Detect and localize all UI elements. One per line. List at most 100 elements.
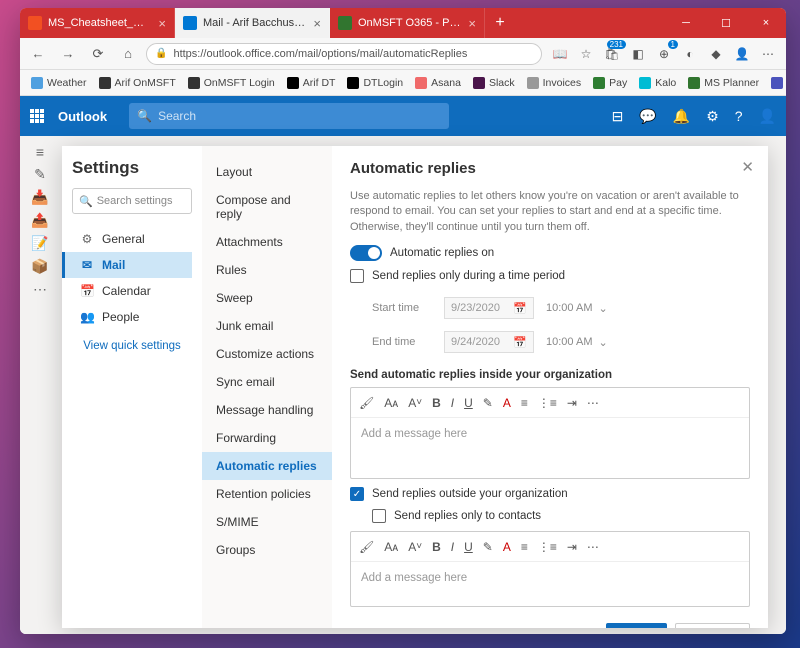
subnav-sync[interactable]: Sync email [202,368,332,396]
italic-icon[interactable]: I [451,540,454,554]
notif-icon[interactable]: 🔔 [673,108,690,125]
profile-icon[interactable]: 👤 [730,42,754,66]
reading-icon[interactable]: 📖 [548,42,572,66]
bold-icon[interactable]: B [432,540,441,554]
inside-textarea[interactable]: Add a message here [351,418,749,478]
close-button[interactable]: ✕ [741,158,754,176]
minimize-button[interactable]: ─ [666,8,706,38]
font-icon[interactable]: Aᴀ [384,540,398,554]
save-button[interactable]: Save [606,623,667,628]
font-icon[interactable]: Aᴀ [384,396,398,410]
tab-3[interactable]: OnMSFT O365 - Planner× [330,8,485,38]
close-icon[interactable]: × [468,16,476,31]
contacts-only-checkbox[interactable] [372,509,386,523]
discard-button[interactable]: Discard [675,623,750,628]
bookmark[interactable]: Asana [410,77,466,89]
numlist-icon[interactable]: ⋮≡ [538,540,557,554]
nav-calendar[interactable]: 📅Calendar [72,278,192,304]
new-tab-button[interactable]: + [485,8,515,38]
more-icon[interactable]: ⋯ [587,396,599,410]
refresh-button[interactable]: ⟳ [86,42,110,66]
gear-icon[interactable]: ⚙ [706,108,719,125]
fontsize-icon[interactable]: A˅ [408,396,422,410]
search-input[interactable]: 🔍Search [129,103,449,129]
close-button[interactable]: × [746,8,786,38]
list-icon[interactable]: ≡ [521,396,528,410]
list-icon[interactable]: ≡ [521,540,528,554]
subnav-smime[interactable]: S/MIME [202,508,332,536]
bookmark[interactable]: Teams [766,77,786,89]
italic-icon[interactable]: I [451,396,454,410]
bookmark[interactable]: Weather [26,77,92,89]
tab-1[interactable]: MS_Cheatsheet_OutlookMailOn…× [20,8,175,38]
url-field[interactable]: 🔒https://outlook.office.com/mail/options… [146,43,542,65]
nav-general[interactable]: ⚙General [72,226,192,252]
extension-icon[interactable]: ◧ [626,42,650,66]
subnav-layout[interactable]: Layout [202,158,332,186]
ext3-icon[interactable]: ◆ [704,42,728,66]
subnav-attachments[interactable]: Attachments [202,228,332,256]
tab-2[interactable]: Mail - Arif Bacchus - Outlook× [175,8,330,38]
subnav-rules[interactable]: Rules [202,256,332,284]
back-button[interactable]: ← [26,42,50,66]
inbox-icon[interactable]: 📥 [31,189,48,206]
nav-mail[interactable]: ✉Mail [62,252,192,278]
subnav-sweep[interactable]: Sweep [202,284,332,312]
subnav-auto-replies[interactable]: Automatic replies [202,452,332,480]
chat-icon[interactable]: 💬 [639,108,656,125]
indent-icon[interactable]: ⇥ [567,396,577,410]
subnav-handling[interactable]: Message handling [202,396,332,424]
fontsize-icon[interactable]: A˅ [408,540,422,554]
ext2-icon[interactable]: ◐ [678,42,702,66]
bookmark[interactable]: Kalo [634,77,681,89]
menu-icon[interactable]: ⋯ [756,42,780,66]
app-launcher-icon[interactable] [30,109,44,123]
auto-replies-toggle[interactable] [350,245,382,261]
compose-icon[interactable]: ✎ [34,166,46,183]
color-icon[interactable]: A [503,396,511,410]
bookmark[interactable]: OnMSFT Login [183,77,280,89]
close-icon[interactable]: × [158,16,166,31]
color-icon[interactable]: A [503,540,511,554]
subnav-junk[interactable]: Junk email [202,312,332,340]
bookmark[interactable]: Arif OnMSFT [94,77,181,89]
shopping-icon[interactable]: 🛍 [600,42,624,66]
drafts-icon[interactable]: 📝 [31,235,48,252]
underline-icon[interactable]: U [464,396,473,410]
outside-checkbox[interactable]: ✓ [350,487,364,501]
subnav-groups[interactable]: Groups [202,536,332,564]
time-period-checkbox[interactable] [350,269,364,283]
start-time-field[interactable]: 10:00 AM⌄ [546,302,610,315]
end-date-field[interactable]: 9/24/2020📅 [444,331,534,353]
numlist-icon[interactable]: ⋮≡ [538,396,557,410]
archive-icon[interactable]: 📦 [31,258,48,275]
underline-icon[interactable]: U [464,540,473,554]
bookmark[interactable]: DTLogin [342,77,408,89]
more-icon[interactable]: ⋯ [33,281,47,298]
start-date-field[interactable]: 9/23/2020📅 [444,297,534,319]
subnav-forwarding[interactable]: Forwarding [202,424,332,452]
paint-icon[interactable]: 🖌 [359,396,374,410]
bookmark[interactable]: Pay [588,77,632,89]
paint-icon[interactable]: 🖌 [359,540,374,554]
more-icon[interactable]: ⋯ [587,540,599,554]
menu-icon[interactable]: ≡ [36,144,44,160]
bookmark[interactable]: Invoices [522,77,587,89]
sent-icon[interactable]: 📤 [31,212,48,229]
forward-button[interactable]: → [56,42,80,66]
bold-icon[interactable]: B [432,396,441,410]
account-icon[interactable]: 👤 [759,108,776,125]
close-icon[interactable]: × [313,16,321,31]
settings-search[interactable]: 🔍 Search settings [72,188,192,214]
help-icon[interactable]: ? [735,108,743,124]
subnav-compose[interactable]: Compose and reply [202,186,332,228]
indent-icon[interactable]: ⇥ [567,540,577,554]
favorite-icon[interactable]: ☆ [574,42,598,66]
subnav-retention[interactable]: Retention policies [202,480,332,508]
bookmark[interactable]: Slack [468,77,520,89]
collections-icon[interactable]: ⊕ [652,42,676,66]
home-button[interactable]: ⌂ [116,42,140,66]
highlight-icon[interactable]: ✎ [483,396,493,410]
outside-textarea[interactable]: Add a message here [351,562,749,606]
highlight-icon[interactable]: ✎ [483,540,493,554]
